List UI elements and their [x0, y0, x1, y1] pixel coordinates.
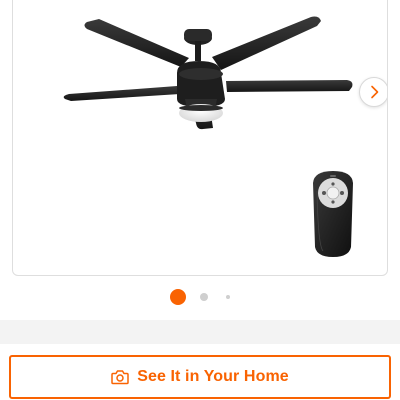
fan-canopy: [184, 29, 212, 61]
fan-light-kit: [179, 104, 223, 122]
carousel-dot-active[interactable]: [170, 289, 186, 305]
carousel-dot[interactable]: [200, 293, 208, 301]
product-image-carousel[interactable]: [12, 0, 388, 276]
carousel-dot[interactable]: [226, 295, 230, 299]
product-page: See It in Your Home: [0, 0, 400, 400]
product-image: [63, 16, 353, 257]
remote-control: [313, 171, 353, 257]
carousel-pagination: [0, 288, 400, 306]
carousel-next-button[interactable]: [359, 77, 387, 107]
fan-motor: [177, 61, 225, 111]
camera-icon: [111, 369, 129, 385]
see-it-in-your-home-button[interactable]: See It in Your Home: [9, 355, 391, 399]
cta-label: See It in Your Home: [137, 368, 289, 385]
chevron-right-icon: [371, 85, 379, 99]
section-divider: [0, 320, 400, 344]
